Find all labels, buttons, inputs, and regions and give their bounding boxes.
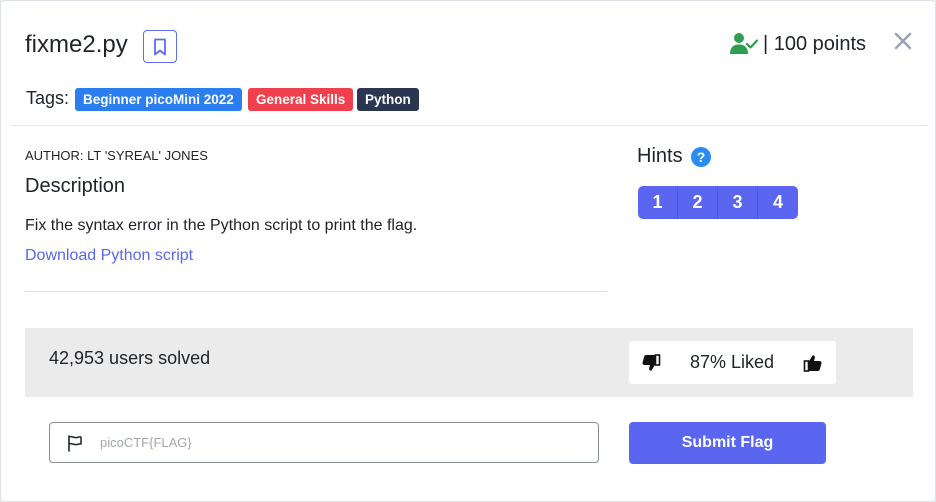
description-text: Fix the syntax error in the Python scrip…	[25, 217, 418, 234]
solved-count: 42,953 users solved	[49, 348, 211, 368]
thumbs-down-icon[interactable]	[641, 353, 661, 373]
submit-flag-button[interactable]: Submit Flag	[629, 422, 826, 464]
close-icon[interactable]	[891, 29, 915, 53]
flag-input-wrapper	[49, 422, 599, 463]
stats-bar: 42,953 users solved 87% Liked	[25, 328, 913, 397]
liked-percentage: 87% Liked	[690, 352, 775, 372]
hint-button-1[interactable]: 1	[638, 186, 678, 219]
header-divider	[11, 125, 927, 126]
like-box: 87% Liked	[629, 341, 836, 384]
bookmark-icon	[154, 38, 166, 55]
hint-button-3[interactable]: 3	[718, 186, 758, 219]
hint-button-group: 1 2 3 4	[638, 186, 798, 219]
tag-python[interactable]: Python	[357, 88, 419, 111]
user-solved-icon	[730, 33, 758, 54]
flag-icon	[68, 435, 82, 452]
bookmark-button[interactable]	[143, 30, 177, 63]
tag-beginner-picomini[interactable]: Beginner picoMini 2022	[75, 88, 242, 111]
hint-button-4[interactable]: 4	[758, 186, 798, 219]
tags-label: Tags:	[26, 88, 70, 108]
author-label: AUTHOR: LT 'SYREAL' JONES	[25, 148, 208, 163]
download-script-link[interactable]: Download Python script	[25, 247, 193, 265]
description-heading: Description	[25, 175, 126, 197]
flag-input[interactable]	[100, 423, 590, 462]
tag-general-skills[interactable]: General Skills	[248, 88, 354, 111]
challenge-modal: fixme2.py | 100 points Tags: Beginner pi…	[0, 0, 936, 502]
challenge-title: fixme2.py	[25, 31, 128, 58]
hints-info-icon[interactable]: ?	[691, 147, 711, 167]
hint-button-2[interactable]: 2	[678, 186, 718, 219]
points-label: | 100 points	[763, 33, 867, 55]
description-divider	[25, 291, 607, 292]
hints-heading: Hints	[637, 145, 683, 167]
thumbs-up-icon[interactable]	[803, 353, 823, 373]
